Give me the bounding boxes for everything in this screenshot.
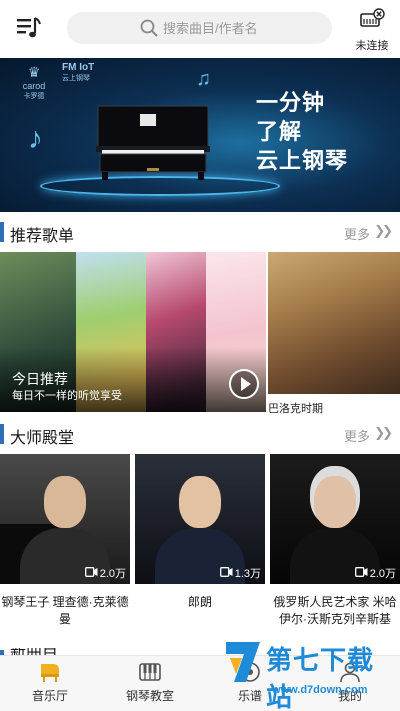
section-accent-bar [0, 424, 4, 444]
master-name: 郎朗 [187, 595, 212, 609]
video-icon [219, 566, 233, 580]
face [314, 476, 356, 528]
brand-right-sub: 云上钢琴 [62, 75, 90, 82]
music-note-icon: ♫ [196, 68, 211, 90]
keyboard-icon [138, 660, 162, 684]
slogan-line-1: 一分钟 [256, 90, 326, 115]
banner-slogan: 一分钟 了解 云上钢琴 [256, 88, 348, 175]
search-bar[interactable] [67, 12, 332, 44]
master-name: 钢琴王子 理查德·克莱德曼 [1, 595, 129, 626]
slogan-line-3: 云上钢琴 [256, 148, 349, 173]
nav-label: 钢琴教室 [125, 689, 174, 703]
music-note-icon: ♪ [28, 122, 43, 155]
face [44, 476, 86, 528]
view-count-text: 1.3万 [234, 568, 261, 580]
search-icon [140, 19, 158, 37]
double-chevron-right-icon[interactable]: ❯❯ [374, 425, 393, 441]
search-input[interactable] [163, 20, 313, 36]
watermark-text: 第七下载站 [266, 645, 375, 711]
grand-piano-icon [38, 660, 62, 684]
section-accent-bar [0, 222, 4, 242]
brand-left-text: carod [22, 81, 46, 91]
connection-status[interactable]: 未连接 [350, 8, 394, 54]
watermark-logo-icon [226, 642, 260, 682]
music-list-icon[interactable] [16, 16, 42, 40]
masters-more-link[interactable]: 更多 [344, 426, 370, 445]
double-chevron-right-icon[interactable]: ❯❯ [374, 223, 393, 239]
masters-section-header: 大师殿堂 更多 ❯❯ [0, 414, 400, 454]
view-count: 2.0万 [84, 565, 126, 581]
brand-right-text: FM IoT [62, 62, 95, 73]
brand-logo-carod: ♛ carod 卡罗德 [14, 64, 54, 101]
section-title: 推荐歌单 [10, 228, 75, 245]
nav-label: 音乐厅 [31, 689, 68, 703]
watermark-url: www.d7down.com [272, 684, 368, 696]
view-count-text: 2.0万 [99, 568, 126, 580]
view-count: 2.0万 [354, 565, 396, 581]
piano-disconnected-icon [359, 8, 385, 34]
view-count-text: 2.0万 [369, 568, 396, 580]
nav-concert-hall[interactable]: 音乐厅 [2, 660, 98, 710]
connection-label: 未连接 [355, 40, 389, 52]
recommend-section-header: 推荐歌单 更多 ❯❯ [0, 212, 400, 252]
masters-list: 2.0万 钢琴王子 理查德·克莱德曼 1.3万 郎朗 2.0万 俄罗斯人民艺术家… [0, 454, 400, 634]
master-name: 俄罗斯人民艺术家 米哈伊尔·沃斯克列辛斯基 [273, 595, 397, 626]
upright-piano-image [96, 105, 210, 180]
top-bar: 未连接 [0, 0, 400, 58]
section-title: 大师殿堂 [10, 430, 75, 447]
promo-banner[interactable]: ♛ carod 卡罗德 FM IoT 云上钢琴 ♪ ♫ 一分钟 了解 云上钢琴 [0, 58, 400, 212]
recommend-more-link[interactable]: 更多 [344, 224, 370, 243]
watermark: 第七下载站 www.d7down.com [222, 630, 400, 711]
baroque-painting-cover [268, 252, 400, 394]
nav-piano-classroom[interactable]: 钢琴教室 [102, 660, 198, 710]
video-icon [84, 566, 98, 580]
face [179, 476, 221, 528]
play-icon[interactable] [229, 369, 259, 399]
video-icon [354, 566, 368, 580]
baroque-playlist-card[interactable]: 巴洛克时期 [268, 252, 400, 415]
today-recommend-card[interactable]: 今日推荐 每日不一样的听觉享受 [0, 252, 266, 412]
card-subtitle: 每日不一样的听觉享受 [12, 390, 122, 402]
card-title: 今日推荐 [12, 371, 68, 387]
slogan-line-2: 了解 [256, 119, 303, 144]
brand-logo-fm: FM IoT 云上钢琴 [62, 62, 102, 83]
brand-left-sub: 卡罗德 [23, 93, 45, 100]
view-count: 1.3万 [219, 565, 261, 581]
